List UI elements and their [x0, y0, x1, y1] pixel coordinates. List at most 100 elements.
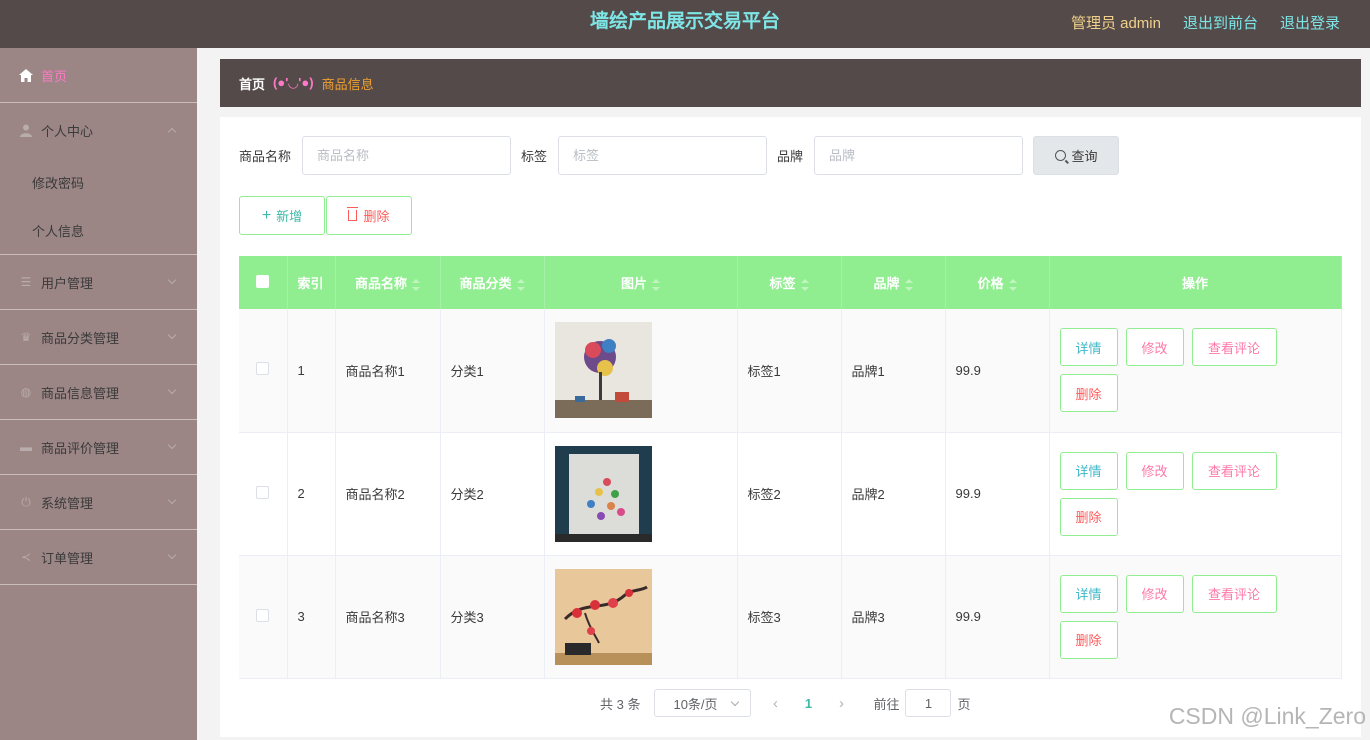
goto-label: 前往 [873, 696, 900, 712]
list-icon: ☰ [20, 275, 32, 289]
sidebar-item-category-management[interactable]: ♛ 商品分类管理 [0, 310, 197, 365]
brand-input[interactable] [814, 136, 1024, 175]
sidebar-item-order-management[interactable]: ≺ 订单管理 [0, 530, 197, 585]
view-comments-button[interactable]: 查看评论 [1191, 451, 1277, 490]
product-image[interactable] [554, 322, 652, 419]
edit-button[interactable]: 修改 [1125, 451, 1184, 490]
cell-index: 2 [287, 432, 336, 556]
exit-to-front-link[interactable]: 退出到前台 [1183, 12, 1258, 33]
batch-delete-button[interactable]: 删除 [326, 196, 412, 235]
product-name-input[interactable] [302, 136, 512, 175]
delete-button-label: 删除 [363, 209, 390, 224]
sort-icon [800, 278, 809, 291]
sidebar-subitem-change-password[interactable]: 修改密码 [0, 158, 197, 206]
search-icon [1054, 150, 1066, 161]
add-button[interactable]: + 新增 [239, 196, 325, 235]
column-header-category[interactable]: 商品分类 [440, 256, 545, 309]
chevron-down-icon [167, 550, 177, 560]
product-image[interactable] [554, 568, 652, 665]
view-comments-button[interactable]: 查看评论 [1191, 574, 1277, 613]
sidebar-item-label: 商品评价管理 [41, 440, 120, 456]
sidebar-group-personal: 个人中心 修改密码 个人信息 [0, 103, 197, 255]
cell-tag: 标签1 [737, 309, 842, 433]
chevron-down-icon [167, 495, 177, 505]
cell-image [544, 309, 738, 433]
user-icon [18, 123, 34, 139]
chevron-down-icon [167, 330, 177, 340]
goto-page-input[interactable] [905, 689, 952, 717]
cell-image [544, 432, 738, 556]
next-page-icon[interactable]: › [823, 695, 859, 712]
chevron-down-icon [167, 440, 177, 450]
table-row: 2 商品名称2 分类2 标签2 品牌2 99.9 详情 修改 查看评论 删除 [239, 432, 1342, 556]
sort-icon [652, 278, 660, 291]
tag-input[interactable] [558, 136, 768, 175]
cell-category: 分类1 [440, 309, 545, 433]
view-comments-button[interactable]: 查看评论 [1191, 328, 1277, 367]
detail-button[interactable]: 详情 [1059, 451, 1118, 490]
product-image[interactable] [554, 445, 652, 542]
sidebar-item-label: 用户管理 [41, 275, 94, 291]
sidebar-item-personal-center[interactable]: 个人中心 [0, 103, 197, 158]
sidebar-item-system-management[interactable]: ⏻ 系统管理 [0, 475, 197, 530]
row-actions: 详情 修改 查看评论 删除 [1059, 324, 1300, 416]
pagination: 共 3 条 10条/页 ‹ 1 › 前往 页 [600, 689, 971, 717]
cell-operations: 详情 修改 查看评论 删除 [1049, 309, 1342, 433]
row-checkbox[interactable] [256, 608, 270, 622]
logout-link[interactable]: 退出登录 [1280, 12, 1340, 33]
detail-button[interactable]: 详情 [1059, 328, 1118, 367]
page-size-select[interactable]: 10条/页 [654, 689, 752, 717]
prev-page-icon[interactable]: ‹ [757, 695, 793, 712]
edit-button[interactable]: 修改 [1125, 574, 1184, 613]
delete-row-button[interactable]: 删除 [1059, 497, 1118, 536]
chevron-down-icon [167, 385, 177, 395]
breadcrumb-home[interactable]: 首页 [239, 74, 265, 93]
breadcrumb-separator: (●'◡'●) [273, 75, 314, 90]
column-header-brand[interactable]: 品牌 [841, 256, 946, 309]
column-header-price[interactable]: 价格 [945, 256, 1050, 309]
cell-name: 商品名称3 [335, 555, 441, 679]
trophy-icon: ♛ [20, 330, 32, 344]
globe-icon: ◍ [20, 385, 32, 399]
add-button-label: 新增 [276, 209, 303, 224]
sort-icon [412, 278, 420, 291]
sidebar-item-home[interactable]: 首页 [0, 48, 197, 103]
chevron-down-icon [167, 275, 177, 285]
chevron-up-icon [167, 127, 177, 137]
cell-brand: 品牌2 [841, 432, 946, 556]
column-header-tag[interactable]: 标签 [737, 256, 842, 309]
column-header-image[interactable]: 图片 [544, 256, 738, 309]
sidebar-subitem-personal-info[interactable]: 个人信息 [0, 206, 197, 254]
cell-price: 99.9 [945, 555, 1050, 679]
column-header-label: 图片 [620, 276, 647, 291]
action-row: + 新增 删除 [239, 196, 412, 235]
plus-icon: + [261, 206, 272, 224]
sidebar-item-user-management[interactable]: ☰ 用户管理 [0, 255, 197, 310]
cell-price: 99.9 [945, 432, 1050, 556]
search-form: 商品名称 标签 品牌 查询 [239, 136, 1120, 175]
sidebar-item-review-management[interactable]: ▬ 商品评价管理 [0, 420, 197, 475]
select-all-checkbox[interactable] [256, 274, 270, 288]
row-actions: 详情 修改 查看评论 删除 [1059, 571, 1300, 663]
header-actions: 管理员 admin 退出到前台 退出登录 [1071, 0, 1340, 44]
query-button[interactable]: 查询 [1033, 136, 1120, 175]
row-select-cell [239, 555, 288, 679]
column-header-index: 索引 [287, 256, 336, 309]
row-checkbox[interactable] [256, 362, 270, 376]
delete-row-button[interactable]: 删除 [1059, 620, 1118, 659]
delete-row-button[interactable]: 删除 [1059, 374, 1118, 413]
sidebar-item-label: 系统管理 [41, 495, 94, 511]
row-select-cell [239, 432, 288, 556]
sidebar-item-product-management[interactable]: ◍ 商品信息管理 [0, 365, 197, 420]
row-checkbox[interactable] [256, 485, 270, 499]
watermark: CSDN @Link_Zero [1168, 703, 1366, 729]
column-header-name[interactable]: 商品名称 [335, 256, 441, 309]
cell-image [544, 555, 738, 679]
sidebar-item-label: 个人中心 [41, 124, 94, 139]
table-header-row: 索引 商品名称 商品分类 图片 标签 品牌 价格 操作 [239, 256, 1342, 309]
page-number-current[interactable]: 1 [793, 696, 823, 711]
detail-button[interactable]: 详情 [1059, 574, 1118, 613]
row-actions: 详情 修改 查看评论 删除 [1059, 448, 1300, 540]
home-icon [18, 67, 34, 83]
edit-button[interactable]: 修改 [1125, 328, 1184, 367]
